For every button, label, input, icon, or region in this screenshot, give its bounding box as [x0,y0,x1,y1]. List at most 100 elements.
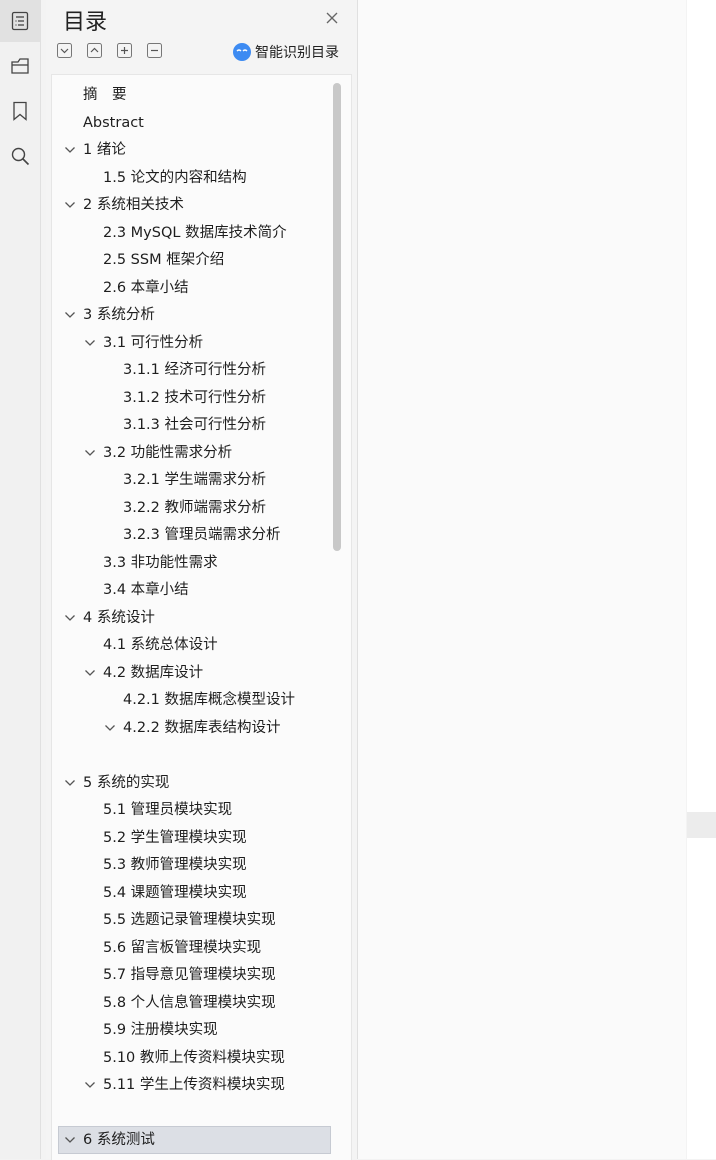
toc-item[interactable]: 5 系统的实现 [52,770,328,796]
toc-item[interactable]: 3.2.2 教师端需求分析 [52,495,328,521]
toc-item-label: 3 系统分析 [83,307,155,323]
toc-item-label: 3.3 非功能性需求 [103,554,218,571]
toc-item-label: 4.2.2 数据库表结构设计 [123,719,281,736]
toc-item-label: 3.1 可行性分析 [103,334,204,351]
toc-item[interactable]: 6 系统测试 [58,1126,331,1154]
toc-item-label: 5.11 学生上传资料模块实现 [103,1077,285,1093]
toc-item[interactable]: 4.1 系统总体设计 [52,632,328,658]
toc-item-label: 1 绪论 [83,142,126,158]
remove-icon[interactable] [147,43,162,58]
toc-item[interactable]: 3.3 非功能性需求 [52,550,328,576]
toc-item-label: 摘 要 [83,87,127,103]
chevron-down-icon[interactable] [64,778,76,788]
toc-item-label: Abstract [83,114,144,131]
toc-item[interactable]: 1.5 论文的内容和结构 [52,165,328,191]
toc-item[interactable]: 3.1 可行性分析 [52,330,328,356]
chevron-down-icon[interactable] [84,338,96,348]
toc-item-label: 5.4 课题管理模块实现 [103,884,247,901]
document-view [358,0,686,1159]
toc-tree: 摘 要 Abstract 1 绪论 1.5 论文的内容和结构 2 系统相关技术 2.3 M… [51,74,352,1160]
toc-item[interactable]: 3.1.2 技术可行性分析 [52,385,328,411]
smart-toc-label: 智能识别目录 [255,45,339,61]
toc-item[interactable]: 5.1 管理员模块实现 [52,797,328,823]
toc-item-label: 3.1.1 经济可行性分析 [123,362,267,378]
toc-item-label: 5.2 学生管理模块实现 [103,829,247,846]
toc-item-label: 3.2 功能性需求分析 [103,444,233,461]
toc-item[interactable]: 5.2 学生管理模块实现 [52,825,328,851]
toc-item-label: 4 系统设计 [83,609,155,626]
toc-item[interactable]: 5.6 留言板管理模块实现 [52,935,328,961]
chevron-down-icon[interactable] [64,310,76,320]
bookmark-icon[interactable] [0,90,40,132]
chevron-down-icon[interactable] [64,145,76,155]
toc-item-label: 6 系统测试 [83,1132,155,1148]
chevron-down-icon[interactable] [64,613,76,623]
toc-item-label: 5.1 管理员模块实现 [103,802,233,818]
toc-item[interactable]: 5.11 学生上传资料模块实现 [52,1072,328,1098]
toc-item[interactable]: 3.2 功能性需求分析 [52,440,328,466]
toc-spacer [52,742,328,768]
toc-item-label: 3.2.2 教师端需求分析 [123,499,267,516]
toc-item[interactable]: 2.6 本章小结 [52,275,328,301]
toc-item-label: 2.6 本章小结 [103,279,189,296]
toc-item-label: 5.3 教师管理模块实现 [103,857,247,873]
collapse-icon[interactable] [57,43,72,58]
chevron-down-icon[interactable] [84,668,96,678]
toc-item-label: 5.10 教师上传资料模块实现 [103,1049,285,1066]
toc-item[interactable]: 4.2.1 数据库概念模型设计 [52,687,328,713]
add-icon[interactable] [117,43,132,58]
toc-item[interactable]: 3.2.3 管理员端需求分析 [52,522,328,548]
toc-spacer [52,1100,328,1126]
document-page [687,0,716,1159]
toc-item-label: 5.6 留言板管理模块实现 [103,939,262,956]
chevron-down-icon[interactable] [104,723,116,733]
toc-item-label: 2.3 MySQL 数据库技术简介 [103,224,287,241]
toc-icon[interactable] [0,0,40,42]
toc-item-label: 1.5 论文的内容和结构 [103,169,247,186]
search-icon[interactable] [0,135,40,177]
expand-icon[interactable] [87,43,102,58]
toc-item-label: 5.7 指导意见管理模块实现 [103,967,276,983]
toc-item[interactable]: 5.4 课题管理模块实现 [52,880,328,906]
toc-item[interactable]: Abstract [52,110,328,136]
toc-item[interactable]: 4.2 数据库设计 [52,660,328,686]
toc-item-label: 4.1 系统总体设计 [103,637,218,653]
toc-item-label: 5.9 注册模块实现 [103,1022,218,1038]
close-icon[interactable] [324,10,340,26]
toc-item[interactable]: 4 系统设计 [52,605,328,631]
toc-item[interactable]: 5.8 个人信息管理模块实现 [52,990,328,1016]
toc-item-label: 5.8 个人信息管理模块实现 [103,994,276,1011]
smart-toc-button[interactable]: 智能识别目录 [233,42,339,62]
toc-item[interactable]: 2.5 SSM 框架介绍 [52,247,328,273]
toc-item[interactable]: 3.1.3 社会可行性分析 [52,412,328,438]
chevron-down-icon[interactable] [84,448,96,458]
page-gap [687,812,716,838]
toc-item[interactable]: 摘 要 [52,82,328,108]
scrollbar[interactable] [333,83,341,551]
toc-item-label: 3.2.1 学生端需求分析 [123,472,267,488]
toc-item[interactable]: 5.7 指导意见管理模块实现 [52,962,328,988]
toc-item[interactable]: 3.2.1 学生端需求分析 [52,467,328,493]
toc-item[interactable]: 5.10 教师上传资料模块实现 [52,1045,328,1071]
toc-item-label: 3.1.2 技术可行性分析 [123,389,267,406]
toc-item-label: 3.2.3 管理员端需求分析 [123,527,281,543]
smart-toc-icon [233,43,251,61]
toc-item[interactable]: 3 系统分析 [52,302,328,328]
toc-item[interactable]: 5.3 教师管理模块实现 [52,852,328,878]
toc-item-label: 2 系统相关技术 [83,197,184,213]
toc-item[interactable]: 5.9 注册模块实现 [52,1017,328,1043]
toc-item[interactable]: 3.1.1 经济可行性分析 [52,357,328,383]
toc-item-label: 5.5 选题记录管理模块实现 [103,912,276,928]
outline-icon[interactable] [0,45,40,87]
toc-item[interactable]: 3.4 本章小结 [52,577,328,603]
toc-item[interactable]: 2 系统相关技术 [52,192,328,218]
chevron-down-icon[interactable] [64,200,76,210]
panel-title: 目录 [63,10,108,35]
chevron-down-icon[interactable] [64,1135,76,1145]
toc-item[interactable]: 2.3 MySQL 数据库技术简介 [52,220,328,246]
toc-item[interactable]: 1 绪论 [52,137,328,163]
toc-item-label: 4.2.1 数据库概念模型设计 [123,692,296,708]
chevron-down-icon[interactable] [84,1080,96,1090]
toc-item[interactable]: 4.2.2 数据库表结构设计 [52,715,328,741]
toc-item[interactable]: 5.5 选题记录管理模块实现 [52,907,328,933]
